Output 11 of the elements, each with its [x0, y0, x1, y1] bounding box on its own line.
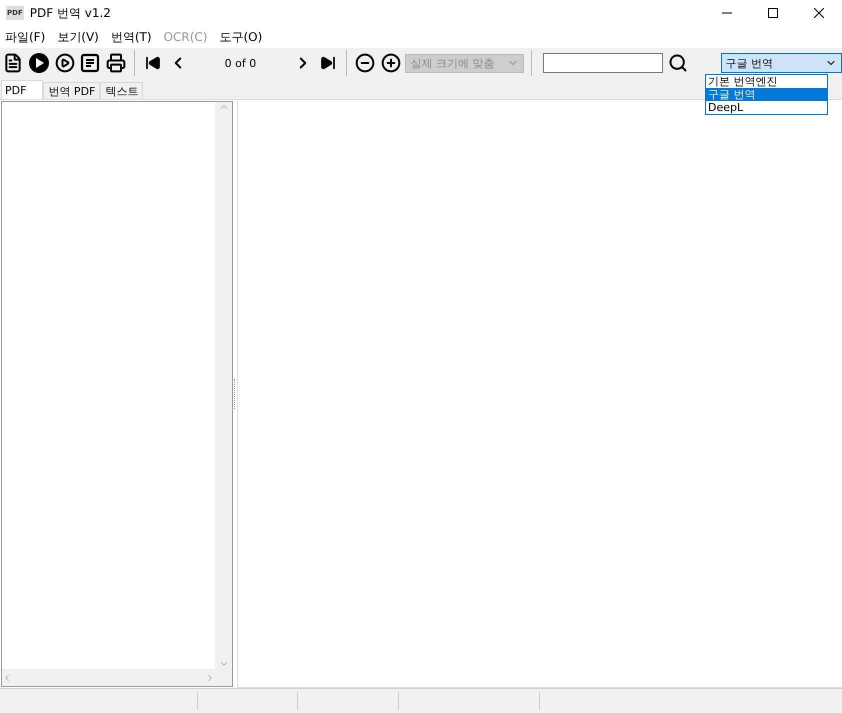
menu-item[interactable]: 도구(O) — [216, 28, 272, 46]
tab[interactable]: 텍스트 — [100, 82, 144, 99]
menu-item[interactable]: 번역(T) — [108, 28, 161, 46]
tab[interactable]: 번역 PDF — [43, 82, 100, 99]
menu-item[interactable]: 보기(V) — [54, 28, 108, 46]
page-indicator: 0 of 0 — [224, 56, 258, 70]
menu-item[interactable]: 파일(F) — [2, 28, 54, 46]
engine-select[interactable]: 구글 번역 — [720, 53, 842, 73]
window-title: PDF 번역 v1.2 — [30, 4, 112, 22]
dropdown-option[interactable]: 구글 번역 — [706, 88, 827, 101]
tab[interactable]: PDF — [1, 80, 44, 99]
